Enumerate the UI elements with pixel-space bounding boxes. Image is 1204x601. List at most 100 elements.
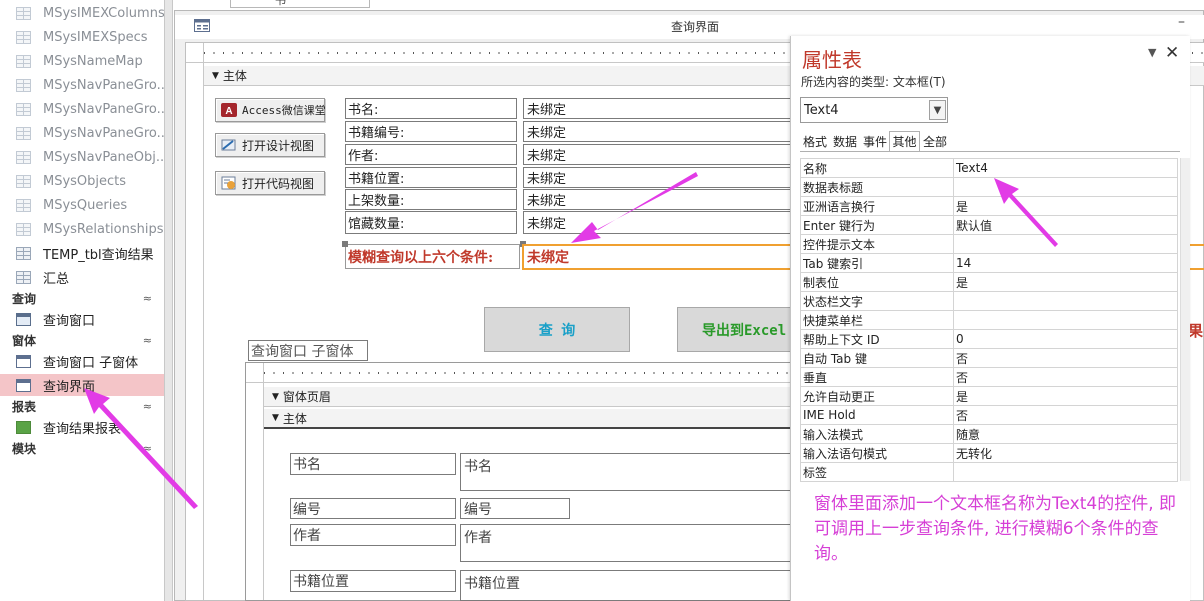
svg-text:A: A	[225, 106, 232, 117]
nav-form-item[interactable]: 查询窗口 子窗体	[0, 350, 164, 372]
property-row[interactable]: Enter 键行为 默认值	[800, 215, 1178, 235]
fuzzy-search-textbox-text4[interactable]: 未绑定	[522, 244, 794, 270]
background-tab[interactable]: 书	[230, 0, 370, 8]
property-row[interactable]: 控件提示文本	[800, 234, 1178, 254]
table-icon	[16, 150, 31, 164]
nav-table-item[interactable]: MSysQueries	[0, 194, 164, 216]
subform-header-bar[interactable]: ▼ 窗体页眉	[264, 387, 793, 407]
table-icon	[16, 174, 31, 188]
collapse-chevron-icon[interactable]: ≈	[143, 292, 152, 305]
nav-group-reports[interactable]: 报表 ≈	[0, 396, 164, 416]
subform-detail-bar[interactable]: ▼ 主体	[264, 409, 793, 429]
move-handle[interactable]	[342, 241, 348, 247]
wechat-class-button[interactable]: A Access微信课堂	[215, 98, 326, 122]
nav-table-item[interactable]: 汇总	[0, 266, 164, 288]
query-button[interactable]: 查 询	[484, 307, 630, 352]
field-textbox-collection-qty[interactable]: 未绑定	[523, 211, 793, 234]
property-row[interactable]: 亚洲语言换行是	[800, 196, 1178, 216]
subform-caption[interactable]: 查询窗口 子窗体	[248, 340, 368, 361]
tab-data[interactable]: 数据	[830, 131, 860, 152]
nav-table-item[interactable]: MSysIMEXColumns	[0, 2, 164, 24]
field-label-location[interactable]: 书籍位置:	[345, 167, 517, 188]
nav-group-queries[interactable]: 查询 ≈	[0, 288, 164, 308]
nav-query-item[interactable]: 查询窗口	[0, 308, 164, 330]
nav-scrollbar[interactable]	[165, 0, 173, 601]
field-label-shelved-qty[interactable]: 上架数量:	[345, 189, 517, 210]
nav-table-item[interactable]: MSysNameMap	[0, 50, 164, 72]
nav-report-item[interactable]: 查询结果报表	[0, 416, 164, 438]
field-textbox-title[interactable]: 未绑定	[523, 98, 793, 119]
subform-textbox-id[interactable]: 编号	[460, 498, 570, 519]
chevron-down-icon[interactable]: ▼	[929, 100, 946, 120]
expand-chevron-icon[interactable]: ≈	[143, 442, 152, 455]
subform-textbox-author[interactable]: 作者	[460, 524, 793, 562]
property-row[interactable]: 垂直否	[800, 367, 1178, 387]
minimize-button[interactable]: –	[1178, 14, 1185, 30]
tab-divider	[800, 151, 1180, 152]
nav-table-item[interactable]: MSysNavPaneGro...	[0, 122, 164, 144]
nav-table-item[interactable]: MSysIMEXSpecs	[0, 26, 164, 48]
form-icon	[16, 354, 31, 368]
tab-other[interactable]: 其他	[889, 131, 920, 152]
table-icon	[16, 222, 31, 236]
nav-table-item[interactable]: MSysNavPaneObj...	[0, 146, 164, 168]
property-row[interactable]: 名称 Text4	[800, 158, 1178, 178]
open-design-view-button[interactable]: 打开设计视图	[215, 133, 325, 157]
field-textbox-author[interactable]: 未绑定	[523, 144, 793, 165]
subform-label-title[interactable]: 书名	[290, 453, 456, 475]
field-textbox-location[interactable]: 未绑定	[523, 167, 793, 188]
nav-table-item[interactable]: MSysObjects	[0, 170, 164, 192]
property-row[interactable]: 输入法语句模式 无转化	[800, 443, 1178, 463]
subform-label-location[interactable]: 书籍位置	[290, 570, 456, 592]
nav-table-item[interactable]: MSysNavPaneGro...	[0, 74, 164, 96]
fuzzy-search-label[interactable]: 模糊查询以上六个条件:	[345, 244, 520, 269]
tab-format[interactable]: 格式	[800, 131, 830, 152]
field-textbox-shelved-qty[interactable]: 未绑定	[523, 189, 793, 210]
window-title: 查询界面	[670, 20, 719, 34]
subform-textbox-location[interactable]: 书籍位置	[460, 570, 793, 601]
collapse-chevron-icon[interactable]: ≈	[143, 334, 152, 347]
ruler-corner[interactable]	[186, 43, 204, 63]
tab-event[interactable]: 事件	[860, 131, 890, 152]
property-row[interactable]: 允许自动更正是	[800, 386, 1178, 406]
close-icon[interactable]: ✕	[1165, 43, 1179, 63]
property-row[interactable]: 自动 Tab 键否	[800, 348, 1178, 368]
field-label-book-id[interactable]: 书籍编号:	[345, 121, 517, 142]
subform-horizontal-ruler	[264, 363, 793, 383]
property-row[interactable]: 数据表标题	[800, 177, 1178, 197]
nav-group-forms[interactable]: 窗体 ≈	[0, 330, 164, 350]
property-sheet-title: 属性表	[802, 48, 862, 72]
property-row[interactable]: 快捷菜单栏	[800, 310, 1178, 330]
subform-label-author[interactable]: 作者	[290, 524, 456, 546]
nav-group-modules[interactable]: 模块 ≈	[0, 438, 164, 458]
field-label-title[interactable]: 书名:	[345, 98, 517, 119]
query-icon	[16, 312, 31, 326]
field-label-author[interactable]: 作者:	[345, 144, 517, 165]
property-row[interactable]: 制表位是	[800, 272, 1178, 292]
table-icon	[16, 126, 31, 140]
tab-all[interactable]: 全部	[920, 131, 950, 152]
property-row[interactable]: IME Hold 否	[800, 405, 1178, 425]
nav-table-item[interactable]: MSysRelationships	[0, 218, 164, 240]
open-code-view-button[interactable]: 打开代码视图	[215, 171, 325, 195]
property-grid-scrollbar[interactable]	[1180, 158, 1190, 481]
property-row[interactable]: 帮助上下文 ID 0	[800, 329, 1178, 349]
subform-ruler-corner[interactable]	[246, 363, 264, 383]
section-arrow-icon: ▼	[212, 70, 219, 81]
property-row[interactable]: 标签	[800, 462, 1178, 482]
property-row[interactable]: 输入法模式 随意	[800, 424, 1178, 444]
property-row[interactable]: Tab 键索引 14	[800, 253, 1178, 273]
subform-label-id[interactable]: 编号	[290, 498, 456, 519]
nav-table-item[interactable]: MSysNavPaneGro...	[0, 98, 164, 120]
nav-table-item[interactable]: TEMP_tbl查询结果	[0, 242, 164, 264]
collapse-chevron-icon[interactable]: ≈	[143, 400, 152, 413]
section-arrow-icon: ▼	[272, 413, 279, 423]
field-label-collection-qty[interactable]: 馆藏数量:	[345, 211, 517, 234]
subform-textbox-title[interactable]: 书名	[460, 453, 793, 491]
field-textbox-book-id[interactable]: 未绑定	[523, 121, 793, 142]
control-selector-combo[interactable]: Text4	[800, 97, 948, 123]
export-excel-button[interactable]: 导出到Excel	[677, 307, 793, 352]
property-row[interactable]: 状态栏文字	[800, 291, 1178, 311]
pane-options-icon[interactable]: ▼	[1148, 46, 1156, 59]
nav-form-item-selected[interactable]: 查询界面	[0, 374, 164, 396]
